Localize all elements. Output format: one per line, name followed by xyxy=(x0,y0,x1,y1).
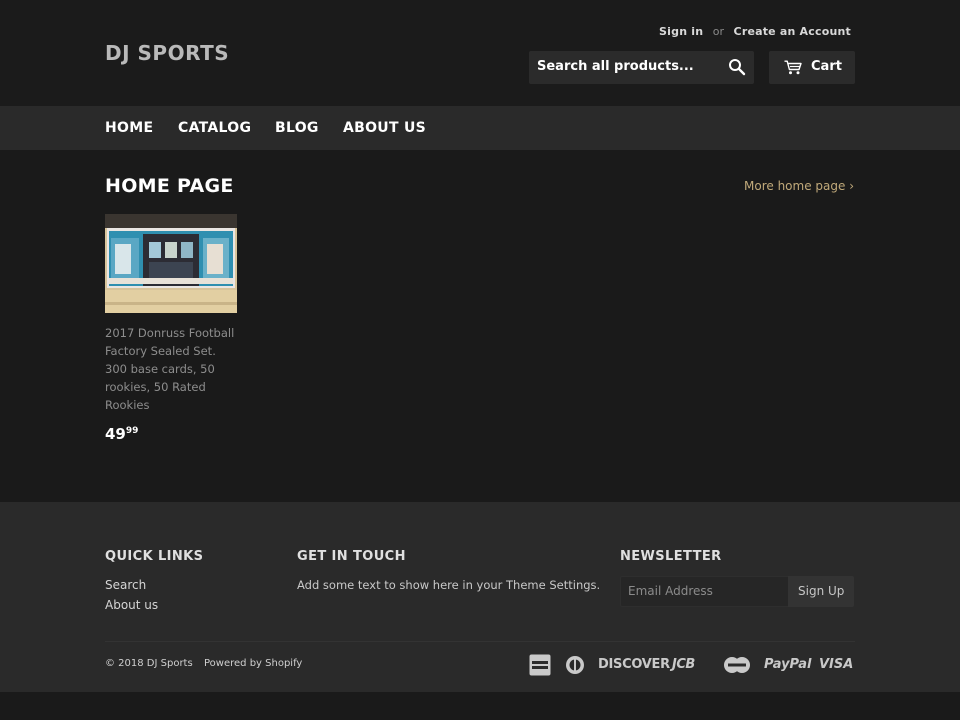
get-in-touch-heading: GET IN TOUCH xyxy=(297,549,406,564)
email-placeholder: Email Address xyxy=(628,584,713,598)
page-bottom xyxy=(0,692,960,720)
product-photo-illustration xyxy=(105,214,237,313)
discover-icon: DISCOVER xyxy=(598,657,670,672)
or-separator: or xyxy=(712,25,725,38)
cart-label: Cart xyxy=(811,59,842,74)
more-home-page-link[interactable]: More home page › xyxy=(744,179,854,193)
nav-item-about-us[interactable]: ABOUT US xyxy=(343,120,426,136)
site-header: DJ SPORTS Sign in or Create an Account S… xyxy=(0,0,960,106)
account-links: Sign in or Create an Account xyxy=(659,25,851,38)
mastercard-icon xyxy=(724,657,750,673)
nav-item-home[interactable]: HOME xyxy=(105,120,153,136)
quick-links-heading: QUICK LINKS xyxy=(105,549,204,564)
store-logo[interactable]: DJ SPORTS xyxy=(105,41,229,65)
jcb-icon: JCB xyxy=(672,657,695,672)
sign-in-link[interactable]: Sign in xyxy=(659,25,703,38)
sign-up-button[interactable]: Sign Up xyxy=(788,576,854,607)
footer-link-search[interactable]: Search xyxy=(105,578,146,592)
visa-icon: VISA xyxy=(819,657,854,672)
newsletter-heading: NEWSLETTER xyxy=(620,549,722,564)
search-field[interactable]: Search all products... xyxy=(529,51,754,84)
product-image[interactable] xyxy=(105,214,237,313)
cart-icon xyxy=(784,60,802,75)
email-field[interactable]: Email Address xyxy=(620,576,788,607)
paypal-icon: PayPal xyxy=(764,657,812,672)
powered-by-link[interactable]: Powered by Shopify xyxy=(204,658,302,669)
site-footer: QUICK LINKS Search About us GET IN TOUCH… xyxy=(0,502,960,692)
footer-divider xyxy=(105,641,855,642)
copyright: © 2018 DJ Sports xyxy=(105,658,193,669)
sign-up-label: Sign Up xyxy=(798,584,845,598)
search-input[interactable]: Search all products... xyxy=(537,59,694,74)
diners-club-icon xyxy=(566,656,584,674)
nav-item-catalog[interactable]: CATALOG xyxy=(178,120,251,136)
nav-item-blog[interactable]: BLOG xyxy=(275,120,319,136)
product-title[interactable]: 2017 Donruss Football Factory Sealed Set… xyxy=(105,324,240,414)
page-title: HOME PAGE xyxy=(105,175,234,197)
price-cents: 99 xyxy=(125,426,139,436)
main-nav: HOME CATALOG BLOG ABOUT US xyxy=(0,106,960,150)
get-in-touch-text: Add some text to show here in your Theme… xyxy=(297,578,601,592)
footer-link-about-us[interactable]: About us xyxy=(105,598,158,612)
cart-button[interactable]: Cart xyxy=(769,51,855,84)
create-account-link[interactable]: Create an Account xyxy=(734,25,851,38)
search-icon[interactable] xyxy=(728,58,746,76)
american-express-icon xyxy=(529,654,551,676)
price-whole: 49 xyxy=(105,425,126,443)
product-price: 4999 xyxy=(105,425,138,443)
